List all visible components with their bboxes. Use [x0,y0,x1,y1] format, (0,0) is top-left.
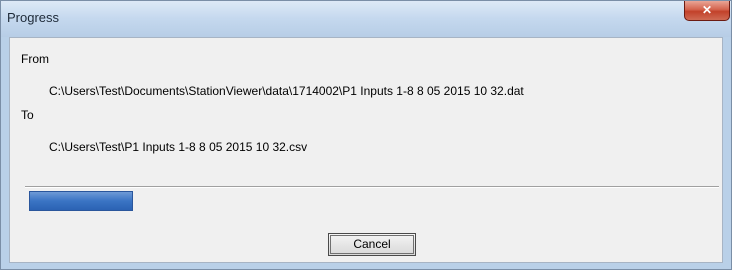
progress-bar [29,191,719,211]
title-bar[interactable]: Progress ✕ [1,1,731,37]
cancel-button[interactable]: Cancel [328,233,416,256]
dialog-body: From C:\Users\Test\Documents\StationView… [9,37,723,263]
close-button[interactable]: ✕ [684,1,730,21]
progress-dialog: Progress ✕ From C:\Users\Test\Documents\… [0,0,732,270]
progress-fill [29,191,133,211]
close-icon: ✕ [701,3,713,17]
dialog-title: Progress [7,10,60,25]
destination-path: C:\Users\Test\P1 Inputs 1-8 8 05 2015 10… [49,140,308,154]
from-label: From [21,52,49,66]
source-path: C:\Users\Test\Documents\StationViewer\da… [49,84,524,98]
to-label: To [21,108,34,122]
separator-line [25,186,719,188]
